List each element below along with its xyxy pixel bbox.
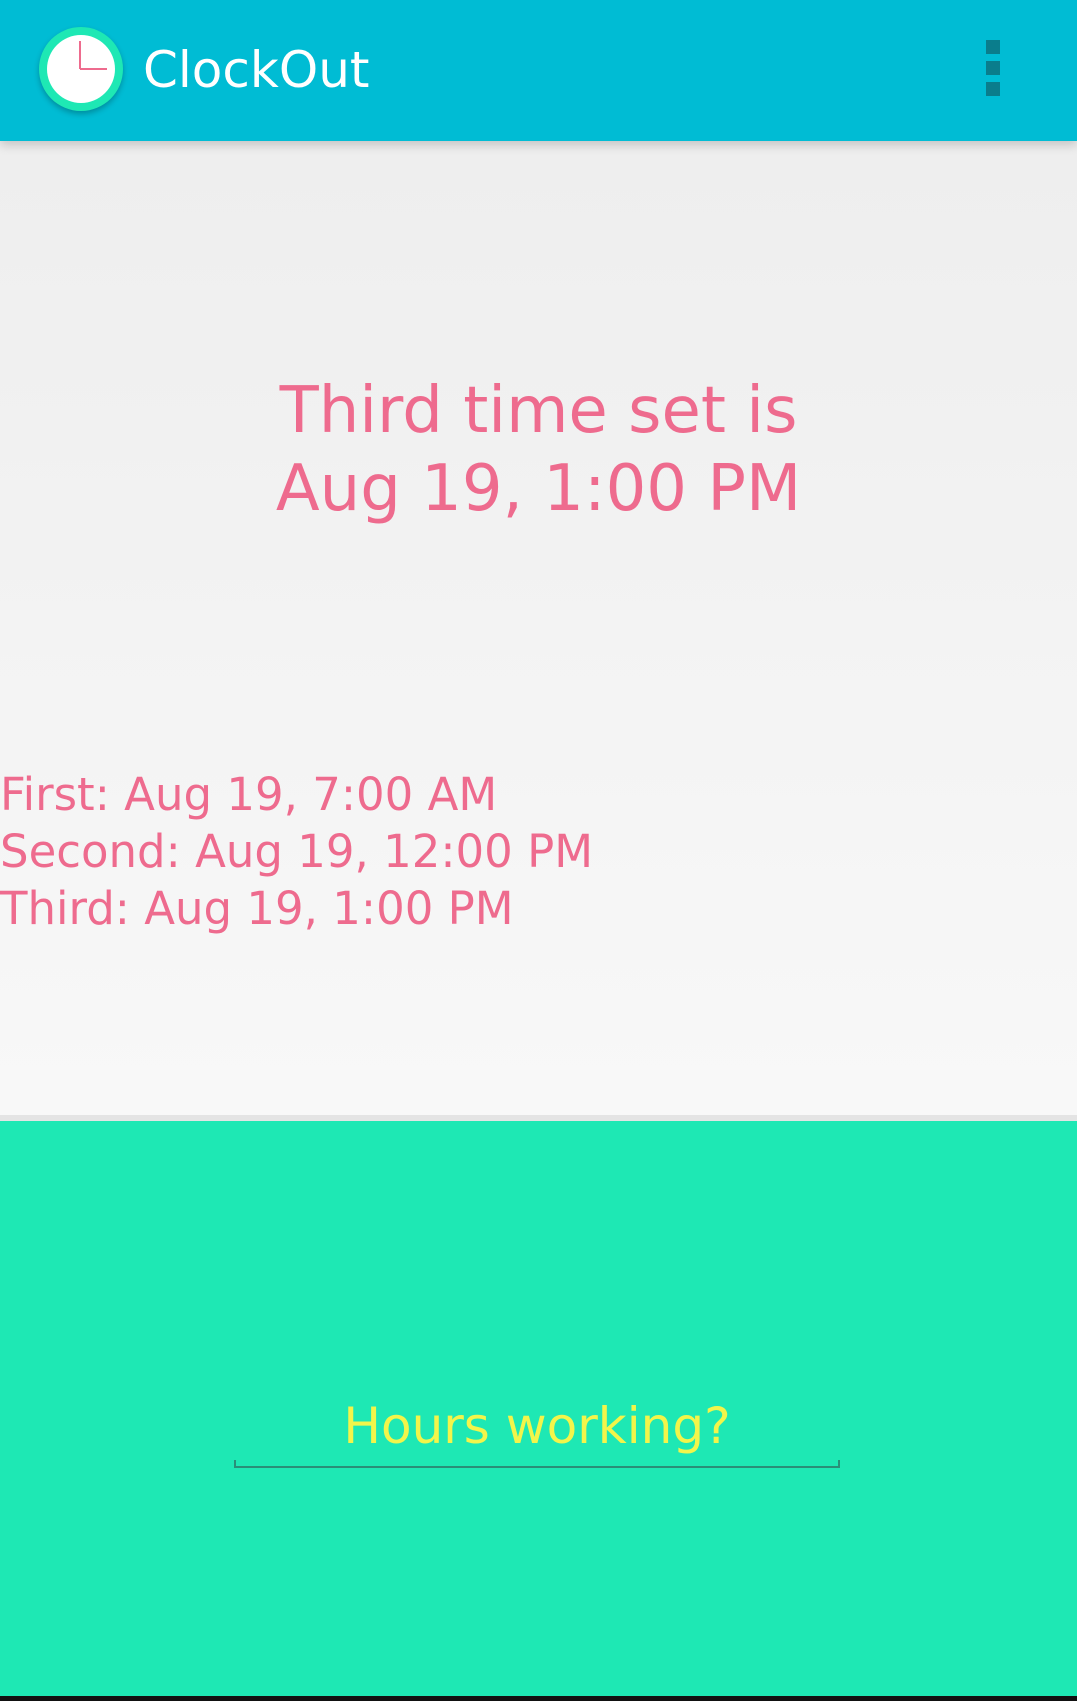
time-entry-first: First: Aug 19, 7:00 AM bbox=[0, 768, 498, 821]
clock-icon bbox=[39, 27, 123, 111]
times-list: First: Aug 19, 7:00 AM Second: Aug 19, 1… bbox=[0, 766, 593, 937]
status-line-1: Third time set is bbox=[279, 374, 798, 448]
app-bar: ClockOut bbox=[0, 0, 1077, 141]
bottom-edge bbox=[0, 1696, 1077, 1701]
status-line-2: Aug 19, 1:00 PM bbox=[275, 452, 802, 526]
app-title: ClockOut bbox=[143, 41, 370, 99]
status-message: Third time set is Aug 19, 1:00 PM bbox=[0, 372, 1077, 528]
time-entry-third: Third: Aug 19, 1:00 PM bbox=[0, 882, 514, 935]
hours-input[interactable] bbox=[234, 1390, 840, 1462]
content-area bbox=[0, 141, 1077, 1115]
overflow-menu-icon[interactable] bbox=[974, 36, 1014, 100]
hours-field[interactable] bbox=[234, 1390, 840, 1468]
hours-input-underline bbox=[234, 1460, 840, 1468]
time-entry-second: Second: Aug 19, 12:00 PM bbox=[0, 825, 594, 878]
